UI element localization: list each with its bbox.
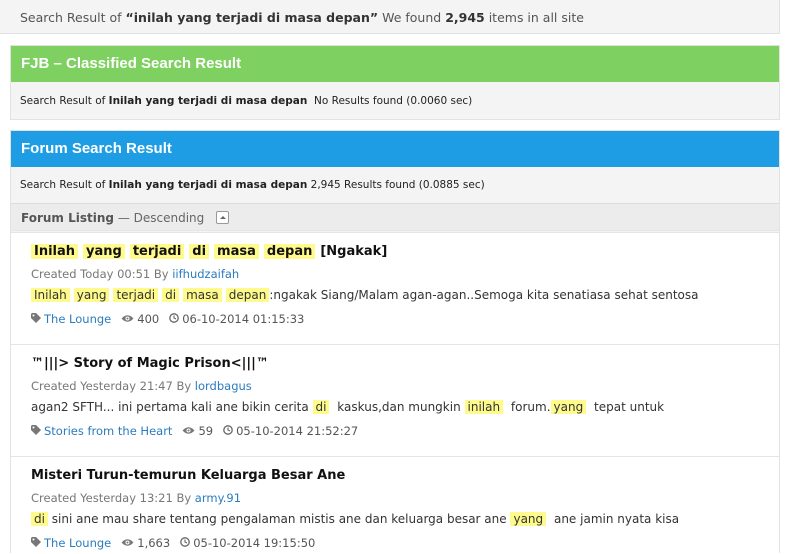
highlight-term: inilah <box>464 400 504 414</box>
forum-panel-title: Forum Search Result <box>11 131 779 167</box>
view-count: 400 <box>137 312 160 326</box>
result-created: Created Yesterday 13:21 By <box>31 491 195 505</box>
result-footer: Stories from the Heart 59 05-10-2014 21:52… <box>31 424 358 439</box>
highlight-term: masa <box>183 288 222 302</box>
result-meta: Created Yesterday 21:47 By lordbagus <box>31 379 252 393</box>
result-created: Created Yesterday 21:47 By <box>31 379 195 393</box>
result-title-link[interactable]: Inilah yang terjadi di masa depan [Ngakak] <box>31 244 387 259</box>
search-summary-bar: Search Result of “inilah yang terjadi di… <box>0 0 780 34</box>
fjb-panel: FJB – Classified Search Result Search Re… <box>10 45 780 120</box>
forum-query: Inilah yang terjadi di masa depan <box>108 179 308 191</box>
snippet-text: tepat untuk <box>590 400 665 414</box>
forum-result-item: ™|||> Story of Magic Prison<|||™ Created… <box>11 344 779 456</box>
result-title-link[interactable]: Misteri Turun-temurun Keluarga Besar Ane <box>31 468 345 483</box>
highlight-term: yang <box>73 288 110 302</box>
snippet-text: ane jamin nyata kisa <box>550 512 680 526</box>
highlight-term: yang <box>550 400 587 414</box>
highlight-term: yang <box>83 244 125 259</box>
summary-suffix: items in all site <box>484 10 584 25</box>
result-title-rest: [Ngakak] <box>320 244 388 259</box>
result-created: Created Today 00:51 By <box>31 267 173 281</box>
fjb-result-line: Search Result of Inilah yang terjadi di … <box>11 82 779 107</box>
highlight-term: depan <box>263 244 316 259</box>
listing-sort-order: — Descending <box>117 211 205 225</box>
snippet-text: sini ane mau share tentang pengalaman mi… <box>47 512 511 526</box>
snippet-text: agan2 SFTH... ini pertama kali ane bikin… <box>31 400 313 414</box>
post-date: 05-10-2014 21:52:27 <box>236 424 359 438</box>
forum-panel: Forum Search Result Search Result of Ini… <box>10 130 780 554</box>
fjb-result-count: No Results found (0.0060 sec) <box>314 95 473 107</box>
result-meta: Created Today 00:51 By iifhudzaifah <box>31 267 239 281</box>
category-link[interactable]: Stories from the Heart <box>44 424 172 438</box>
result-snippet: agan2 SFTH... ini pertama kali ane bikin… <box>31 400 664 414</box>
highlight-term: di <box>31 512 48 526</box>
summary-middle: We found <box>378 10 446 25</box>
eye-icon <box>182 424 195 438</box>
collapse-up-icon[interactable] <box>216 211 230 224</box>
result-meta: Created Yesterday 13:21 By army.91 <box>31 491 241 505</box>
result-title-link[interactable]: ™|||> Story of Magic Prison<|||™ <box>31 356 269 371</box>
result-footer: The Lounge 1,663 05-10-2014 19:15:50 <box>31 536 315 551</box>
summary-query: “inilah yang terjadi di masa depan” <box>125 10 379 25</box>
fjb-query: Inilah yang terjadi di masa depan <box>108 95 308 107</box>
forum-listing-bar: Forum Listing — Descending <box>11 203 779 231</box>
fjb-prefix: Search Result of <box>20 95 109 107</box>
result-snippet: Inilah yang terjadi di masa depan:ngakak Sian… <box>31 288 698 302</box>
clock-icon <box>169 312 180 326</box>
forum-result-item: Misteri Turun-temurun Keluarga Besar Ane… <box>11 456 779 554</box>
tag-icon <box>31 424 41 438</box>
category-link[interactable]: The Lounge <box>44 312 111 326</box>
forum-result-count: 2,945 Results found (0.0885 sec) <box>310 179 485 191</box>
summary-prefix: Search Result of <box>20 10 126 25</box>
snippet-text: forum. <box>507 400 551 414</box>
tag-icon <box>31 536 41 550</box>
highlight-term: di <box>162 288 180 302</box>
forum-result-item: Inilah yang terjadi di masa depan [Ngakak] Cre… <box>11 232 779 344</box>
view-count: 1,663 <box>137 536 171 550</box>
highlight-term: masa <box>214 244 259 259</box>
listing-label: Forum Listing <box>21 211 114 225</box>
snippet-text: kaskus,dan mungkin <box>333 400 465 414</box>
view-count: 59 <box>198 424 214 438</box>
result-footer: The Lounge 400 06-10-2014 01:15:33 <box>31 312 304 327</box>
fjb-panel-title: FJB – Classified Search Result <box>11 46 779 82</box>
result-snippet: di sini ane mau share tentang pengalaman… <box>31 512 679 526</box>
clock-icon <box>223 424 233 438</box>
author-link[interactable]: iifhudzaifah <box>172 267 239 281</box>
highlight-term: depan <box>225 288 270 302</box>
highlight-term: terjadi <box>113 288 159 302</box>
author-link[interactable]: army.91 <box>195 491 241 505</box>
eye-icon <box>121 536 134 550</box>
highlight-term: Inilah <box>31 244 79 259</box>
highlight-term: Inilah <box>31 288 70 302</box>
post-date: 06-10-2014 01:15:33 <box>182 312 305 326</box>
highlight-term: terjadi <box>129 244 185 259</box>
category-link[interactable]: The Lounge <box>44 536 111 550</box>
highlight-term: yang <box>510 512 547 526</box>
clock-icon <box>180 536 191 550</box>
author-link[interactable]: lordbagus <box>195 379 252 393</box>
eye-icon <box>121 312 134 326</box>
forum-prefix: Search Result of <box>20 179 109 191</box>
forum-result-line: Search Result of Inilah yang terjadi di … <box>11 167 779 191</box>
highlight-term: di <box>312 400 330 414</box>
snippet-text: :ngakak Siang/Malam agan-agan..Semoga ki… <box>269 288 699 302</box>
summary-count: 2,945 <box>445 10 485 25</box>
tag-icon <box>31 312 41 326</box>
post-date: 05-10-2014 19:15:50 <box>193 536 316 550</box>
highlight-term: di <box>189 244 210 259</box>
search-summary: Search Result of “inilah yang terjadi di… <box>20 10 584 25</box>
